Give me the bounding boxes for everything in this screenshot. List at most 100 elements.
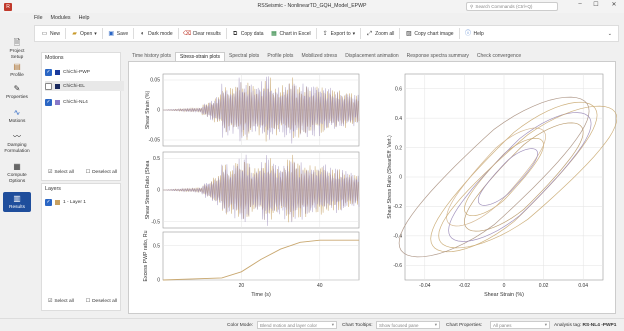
new-file-icon: ▭ [41, 30, 48, 37]
x-tick-label: 0 [503, 283, 506, 289]
minimize-icon[interactable]: – [572, 1, 588, 7]
open-button[interactable]: ▰ Open ▾ [69, 28, 99, 40]
analysis-tag-value: RS-NL4 -PWP1 [582, 323, 617, 328]
motions-heading: Motions [45, 55, 64, 61]
export-button[interactable]: ⇪ Export to ▾ [320, 28, 358, 40]
checkbox-checked-icon[interactable]: ✓ [45, 198, 52, 206]
color-swatch [55, 83, 60, 89]
tab-mobilized-stress[interactable]: Mobilized stress [297, 52, 341, 61]
stress-strain-charts[interactable]: 0.050-0.05Shear Strain (%)0.50-0.5Shear … [129, 62, 618, 315]
x-tick-label: 0.04 [578, 283, 588, 289]
menu-help[interactable]: Help [79, 15, 90, 21]
chart-properties-label: Chart Properties: [446, 323, 483, 328]
select-all-label: Select all [54, 299, 74, 304]
tab-time-history[interactable]: Time history plots [128, 52, 175, 61]
dark-mode-button[interactable]: ◐ Dark mode [137, 28, 174, 40]
layer-label: 1 - Layer 1 [63, 199, 86, 205]
y-tick-label: 0.5 [153, 243, 160, 249]
separator [458, 28, 460, 39]
motions-deselect-all-button[interactable]: ☐ Deselect all [86, 170, 117, 175]
select-all-label: Select all [54, 170, 74, 175]
motion-item-chichi-pwp[interactable]: ✓ ChiChi-PWP [45, 67, 124, 77]
nav-results[interactable]: ▥ Results [3, 192, 31, 212]
separator [177, 28, 179, 39]
image-icon: ▨ [406, 30, 412, 37]
nav-properties[interactable]: ✎ Properties [3, 84, 31, 101]
clear-results-button[interactable]: ⌫ Clear results [182, 28, 223, 40]
y-tick-label: 0 [157, 278, 160, 284]
nav-motions[interactable]: ∿ Motions [3, 108, 31, 125]
color-mode-select[interactable]: Blend motion and layer color ▾ [257, 321, 337, 329]
nav-damping[interactable]: 〰 Damping Formulation [3, 132, 31, 154]
eraser-icon: ⌫ [182, 30, 192, 37]
nav-profile[interactable]: ▤ Profile [3, 62, 31, 79]
results-icon: ▥ [13, 194, 21, 204]
maximize-icon[interactable]: ☐ [588, 1, 604, 8]
chart-properties-select[interactable]: All panes ▾ [490, 321, 550, 329]
motion-label: ChiChi-EL [63, 83, 85, 89]
menu-modules[interactable]: Modules [51, 15, 71, 21]
tab-displacement-animation[interactable]: Displacement animation [341, 52, 402, 61]
color-mode-value: Blend motion and layer color [260, 322, 318, 328]
excel-icon: ▦ [271, 30, 277, 37]
tab-spectral[interactable]: Spectral plots [225, 52, 263, 61]
save-icon: ▣ [108, 30, 115, 37]
nav-project-setup[interactable]: 🗎 Project Setup [3, 38, 31, 60]
toolbar-expand-icon[interactable]: ⌄ [606, 28, 614, 40]
motion-item-chichi-nl4[interactable]: ✓ ChiChi-NL4 [45, 97, 124, 107]
copy-data-button[interactable]: ⧉ Copy data [230, 28, 266, 40]
menu-file[interactable]: File [34, 15, 43, 21]
nav-label: Profile [10, 73, 24, 78]
separator [65, 28, 67, 39]
y-tick-label: 0 [399, 175, 402, 181]
separator [315, 28, 317, 39]
y-axis-label: Shear Strain (%) [145, 91, 151, 130]
y-tick-label: -0.5 [151, 219, 160, 225]
separator [133, 28, 135, 39]
nav-compute-options[interactable]: ▦ Compute Options [3, 162, 31, 184]
checkbox-checked-icon[interactable]: ✓ [45, 68, 52, 76]
chart-tooltips-label: Chart Tooltips: [342, 323, 373, 328]
chart-tooltips-select[interactable]: Show focused pane ▾ [376, 321, 440, 329]
y-axis-label: Shear Stress Ratio (Shea [145, 160, 151, 219]
close-icon[interactable]: ✕ [606, 1, 622, 8]
motions-select-all-button[interactable]: ☑ Select all [48, 170, 74, 175]
chevron-down-icon: ▾ [352, 30, 356, 37]
checkbox-unchecked-icon[interactable] [45, 82, 52, 90]
y-tick-label: -0.6 [393, 263, 402, 269]
copy-chart-image-button[interactable]: ▨ Copy chart image [403, 28, 455, 40]
save-button[interactable]: ▣ Save [106, 28, 130, 40]
properties-icon: ✎ [13, 84, 21, 94]
search-icon: ⚲ [470, 3, 474, 9]
motion-item-chichi-el[interactable]: ChiChi-EL [45, 81, 124, 91]
save-label: Save [116, 30, 129, 37]
help-label: Help [473, 30, 484, 37]
x-tick-label: 40 [317, 283, 323, 289]
y-tick-label: 0.4 [395, 116, 402, 122]
tab-check-convergence[interactable]: Check convergence [473, 52, 525, 61]
command-search-input[interactable]: ⚲ Search Commands (Ctrl+Q) [466, 2, 558, 11]
y-tick-label: -0.2 [393, 204, 402, 210]
checkbox-checked-icon[interactable]: ✓ [45, 98, 52, 106]
color-swatch [55, 199, 60, 205]
open-label: Open [80, 30, 93, 37]
layers-panel: Layers ✓ 1 - Layer 1 ☑ Select all ☐ Deselec… [41, 183, 121, 311]
chart-in-excel-button[interactable]: ▦ Chart in Excel [269, 28, 313, 40]
plot-frame [162, 231, 360, 281]
color-swatch [55, 69, 60, 75]
nav-label: Damping Formulation [4, 143, 30, 154]
motions-panel: Motions ✓ ChiChi-PWP ChiChi-EL ✓ ChiChi-NL… [41, 52, 124, 181]
separator [225, 28, 227, 39]
tab-stress-strain[interactable]: Stress-strain plots [175, 52, 226, 61]
help-button[interactable]: ⓘ Help [463, 28, 486, 40]
layer-item-1[interactable]: ✓ 1 - Layer 1 [45, 197, 124, 207]
export-icon: ⇪ [322, 30, 328, 37]
zoom-all-button[interactable]: ⤢ Zoom all [364, 28, 396, 40]
dark-mode-label: Dark mode [148, 30, 173, 37]
layers-select-buttons: ☑ Select all ☐ Deselect all [48, 299, 117, 304]
tab-profile-plots[interactable]: Profile plots [263, 52, 297, 61]
layers-deselect-all-button[interactable]: ☐ Deselect all [86, 299, 117, 304]
layers-select-all-button[interactable]: ☑ Select all [48, 299, 74, 304]
new-button[interactable]: ▭ New [39, 28, 62, 40]
tab-response-spectra-summary[interactable]: Response spectra summary [403, 52, 473, 61]
